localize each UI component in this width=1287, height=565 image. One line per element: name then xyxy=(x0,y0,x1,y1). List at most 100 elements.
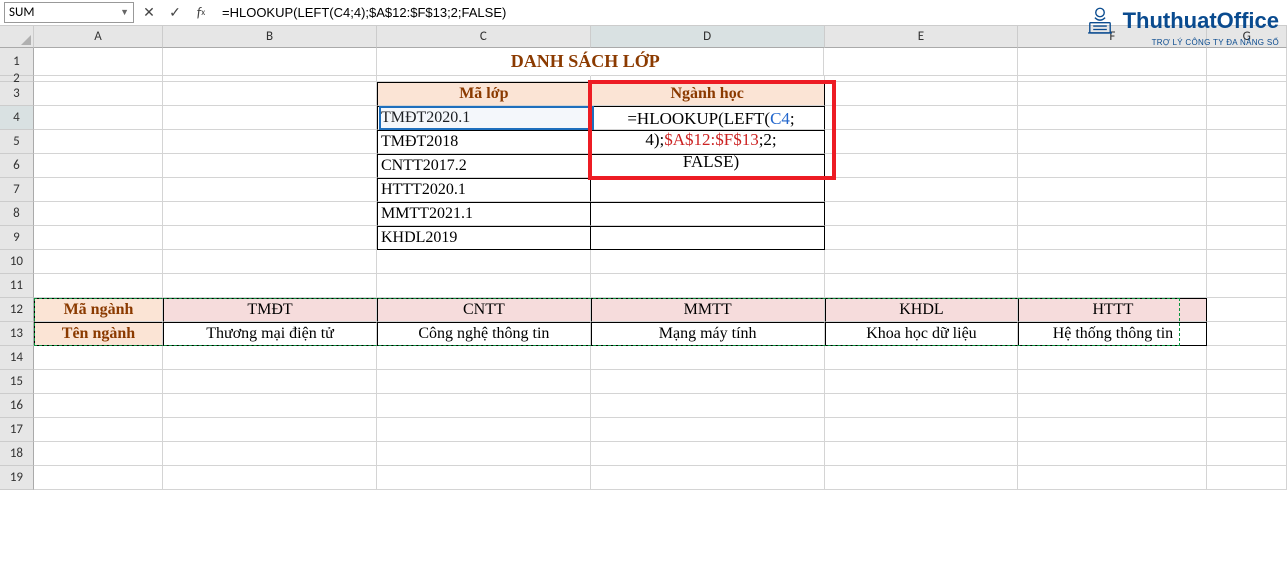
cell[interactable] xyxy=(163,442,377,466)
cell[interactable] xyxy=(825,274,1019,298)
cell[interactable] xyxy=(591,346,825,370)
col-header-A[interactable]: A xyxy=(34,26,163,48)
cell[interactable] xyxy=(34,130,163,154)
row-header-6[interactable]: 6 xyxy=(0,154,34,178)
cell[interactable] xyxy=(1018,178,1207,202)
cell[interactable] xyxy=(163,274,377,298)
cell[interactable] xyxy=(591,466,825,490)
cell-C8[interactable]: MMTT2021.1 xyxy=(377,202,591,226)
cell[interactable] xyxy=(1018,346,1207,370)
cell[interactable] xyxy=(825,250,1019,274)
lookup-row-hdr-2[interactable]: Tên ngành xyxy=(34,322,163,346)
cell[interactable] xyxy=(377,418,591,442)
cell[interactable] xyxy=(1207,418,1287,442)
cell[interactable] xyxy=(1018,274,1207,298)
cell[interactable] xyxy=(163,466,377,490)
cell[interactable] xyxy=(1018,370,1207,394)
row-header-8[interactable]: 8 xyxy=(0,202,34,226)
cell[interactable] xyxy=(1018,418,1207,442)
cell[interactable] xyxy=(34,178,163,202)
cell-C6[interactable]: CNTT2017.2 xyxy=(377,154,591,178)
lookup-code[interactable]: MMTT xyxy=(591,298,825,322)
lookup-code[interactable]: CNTT xyxy=(377,298,591,322)
cell[interactable] xyxy=(1207,346,1287,370)
row-header-12[interactable]: 12 xyxy=(0,298,34,322)
cell[interactable] xyxy=(377,466,591,490)
cell[interactable] xyxy=(34,48,163,76)
cell[interactable] xyxy=(1207,322,1287,346)
lookup-code[interactable]: HTTT xyxy=(1018,298,1207,322)
cell[interactable] xyxy=(1207,48,1287,76)
name-box[interactable]: SUM ▼ xyxy=(4,2,134,23)
cell[interactable] xyxy=(377,250,591,274)
cell[interactable] xyxy=(34,154,163,178)
row-header-14[interactable]: 14 xyxy=(0,346,34,370)
cell[interactable] xyxy=(825,130,1019,154)
chevron-down-icon[interactable]: ▼ xyxy=(120,7,129,18)
cell[interactable] xyxy=(34,250,163,274)
cell[interactable] xyxy=(1018,154,1207,178)
cell[interactable] xyxy=(34,418,163,442)
lookup-code[interactable]: TMĐT xyxy=(163,298,377,322)
cell[interactable] xyxy=(1207,178,1287,202)
cell[interactable] xyxy=(163,370,377,394)
cell[interactable] xyxy=(591,442,825,466)
lookup-name[interactable]: Mạng máy tính xyxy=(591,322,825,346)
cell[interactable] xyxy=(1018,466,1207,490)
cell[interactable] xyxy=(1207,130,1287,154)
row-header-3[interactable]: 3 xyxy=(0,82,34,106)
cell-D5[interactable] xyxy=(591,130,825,154)
cell[interactable] xyxy=(825,466,1019,490)
cell[interactable] xyxy=(377,346,591,370)
col-header-B[interactable]: B xyxy=(163,26,377,48)
cell[interactable] xyxy=(34,202,163,226)
cell[interactable] xyxy=(825,178,1019,202)
cell[interactable] xyxy=(1207,106,1287,130)
cell[interactable] xyxy=(1018,106,1207,130)
cell[interactable] xyxy=(1018,394,1207,418)
row-header-9[interactable]: 9 xyxy=(0,226,34,250)
cell[interactable] xyxy=(377,370,591,394)
cell[interactable] xyxy=(163,226,377,250)
col-header-ma-lop[interactable]: Mã lớp xyxy=(377,82,591,106)
row-header-4[interactable]: 4 xyxy=(0,106,34,130)
cell[interactable] xyxy=(34,82,163,106)
cell[interactable] xyxy=(1207,370,1287,394)
cell-C9[interactable]: KHDL2019 xyxy=(377,226,591,250)
cell[interactable] xyxy=(825,370,1019,394)
cell[interactable] xyxy=(1207,274,1287,298)
fx-icon[interactable]: fx xyxy=(190,2,212,23)
col-header-C[interactable]: C xyxy=(377,26,591,48)
cell[interactable] xyxy=(825,442,1019,466)
cell[interactable] xyxy=(825,418,1019,442)
row-header-13[interactable]: 13 xyxy=(0,322,34,346)
cell[interactable] xyxy=(824,48,1018,76)
cell[interactable] xyxy=(34,106,163,130)
cell[interactable] xyxy=(825,346,1019,370)
col-header-D[interactable]: D xyxy=(591,26,825,48)
cell[interactable] xyxy=(1207,82,1287,106)
cell[interactable] xyxy=(163,48,377,76)
cell[interactable] xyxy=(163,106,377,130)
cell[interactable] xyxy=(163,346,377,370)
row-header-16[interactable]: 16 xyxy=(0,394,34,418)
cell[interactable] xyxy=(34,394,163,418)
cell[interactable] xyxy=(163,250,377,274)
row-header-5[interactable]: 5 xyxy=(0,130,34,154)
cell[interactable] xyxy=(1018,82,1207,106)
cell[interactable] xyxy=(377,274,591,298)
row-header-17[interactable]: 17 xyxy=(0,418,34,442)
spreadsheet-grid[interactable]: A B C D E F G 1 DANH SÁCH LỚP 2 xyxy=(0,26,1287,490)
cell[interactable] xyxy=(34,442,163,466)
cell[interactable] xyxy=(1207,250,1287,274)
lookup-name[interactable]: Khoa học dữ liệu xyxy=(825,322,1019,346)
cell-C4[interactable]: TMĐT2020.1 xyxy=(377,106,591,130)
row-header-10[interactable]: 10 xyxy=(0,250,34,274)
lookup-code[interactable]: KHDL xyxy=(825,298,1019,322)
lookup-row-hdr-1[interactable]: Mã ngành xyxy=(34,298,163,322)
cell[interactable] xyxy=(825,154,1019,178)
cell[interactable] xyxy=(34,346,163,370)
col-header-nganh-hoc[interactable]: Ngành học xyxy=(591,82,825,106)
cancel-formula-icon[interactable]: ✕ xyxy=(138,2,160,23)
cell[interactable] xyxy=(1207,466,1287,490)
